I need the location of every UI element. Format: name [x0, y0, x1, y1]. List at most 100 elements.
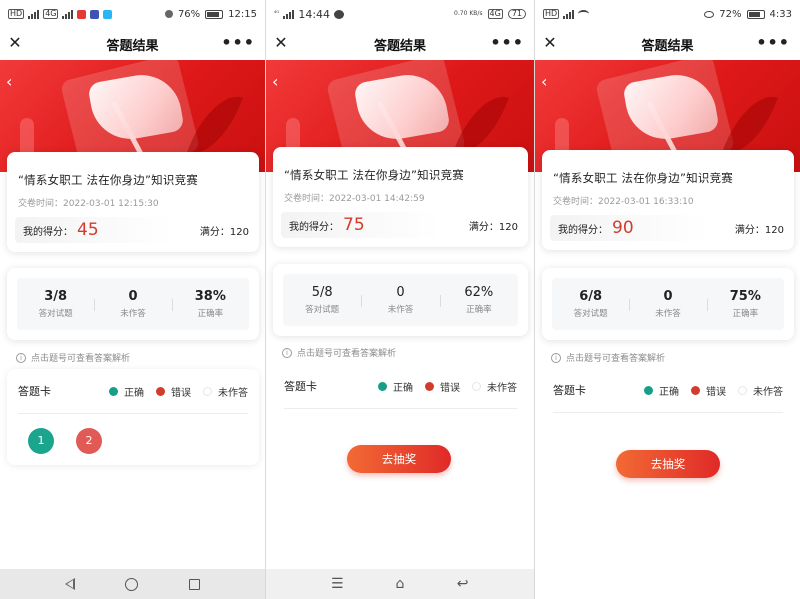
score-row: 我的得分： 45 满分：120: [15, 217, 249, 243]
correct-dot-icon: [378, 381, 387, 391]
info-icon: i: [16, 352, 26, 363]
back-arrow-icon[interactable]: ‹: [541, 74, 555, 90]
correct-dot-icon: [109, 386, 118, 396]
system-nav-bar: ☰ ⌂ ↩: [266, 569, 534, 599]
wrong-dot-icon: [156, 386, 165, 396]
hint-text: i 点击题号可查看答案解析: [282, 346, 396, 359]
stats-card: 5/8 答对试题 0 未作答 62% 正确率: [273, 264, 528, 336]
my-score: 我的得分： 75: [281, 212, 441, 238]
close-icon[interactable]: ✕: [541, 34, 559, 52]
hd-tag: HD: [543, 9, 560, 19]
exam-title: “情系女职工 法在你身边”知识竞赛: [284, 168, 464, 182]
score-value: 45: [77, 220, 99, 240]
stats-card: 6/8 答对试题 0 未作答 75% 正确率: [542, 268, 794, 340]
nav-back-icon[interactable]: ↩: [454, 576, 472, 592]
hint-text: i 点击题号可查看答案解析: [551, 351, 665, 364]
question-2-button[interactable]: 2: [76, 428, 102, 454]
score-value: 75: [343, 215, 365, 235]
stat-accuracy: 38% 正确率: [171, 289, 249, 319]
hd-tag: HD: [8, 9, 25, 19]
full-score: 满分：120: [734, 225, 784, 236]
alarm-icon: [164, 10, 173, 18]
wrong-dot-icon: [691, 385, 700, 395]
phone-screen-2: ⁴ᴳ 14:44 0.70 KB/s 4G 71 ✕ 答题结果 ••• ‹ “情…: [266, 0, 534, 599]
unanswered-dot-icon: [472, 381, 481, 391]
system-nav-bar: [0, 569, 265, 599]
legend: 正确 错误 未作答: [109, 384, 248, 399]
answer-card: 答题卡 正确 错误 未作答 1 2: [7, 369, 259, 465]
title-bar: ✕ 答题结果 •••: [0, 28, 265, 60]
wifi-icon: [578, 10, 590, 18]
answer-card: 答题卡 正确 错误 未作答: [542, 368, 794, 418]
battery-icon: [205, 9, 224, 19]
my-score: 我的得分： 90: [550, 215, 710, 241]
result-summary-card: “情系女职工 法在你身边”知识竞赛 交卷时间：2022-03-01 12:15:…: [7, 152, 259, 252]
more-options-icon[interactable]: •••: [490, 33, 524, 52]
nav-home-icon[interactable]: ⌂: [391, 576, 409, 592]
phone-screen-3: HD 72% 4:33 ✕ 答题结果 ••• ‹ “情系女职工 法在你身边”知识…: [535, 0, 800, 599]
stat-accuracy: 75% 正确率: [706, 289, 784, 319]
nav-home-icon[interactable]: [125, 577, 139, 591]
network-tag: 4G: [43, 9, 59, 19]
score-value: 90: [612, 218, 634, 238]
info-icon: i: [551, 352, 561, 363]
wrong-dot-icon: [425, 381, 434, 391]
signal-icon: [563, 9, 575, 19]
page-title: 答题结果: [106, 38, 159, 54]
answer-card-label: 答题卡: [18, 385, 51, 398]
lottery-button[interactable]: 去抽奖: [616, 450, 720, 478]
screenshot-collage: HD 4G 76% 12:15 ✕ 答题结果 ••• ‹ “情系女职工 法在你身…: [0, 0, 800, 599]
unanswered-dot-icon: [203, 386, 212, 396]
menu-icon[interactable]: ☰: [328, 576, 346, 592]
wechat-icon: [334, 9, 345, 19]
signal-icon-2: [62, 9, 74, 19]
page-title: 答题结果: [641, 38, 694, 54]
title-bar: ✕ 答题结果 •••: [266, 28, 534, 60]
clock: 4:33: [769, 8, 792, 20]
submit-time: 交卷时间：2022-03-01 16:33:10: [553, 197, 694, 207]
result-summary-card: “情系女职工 法在你身边”知识竞赛 交卷时间：2022-03-01 16:33:…: [542, 150, 794, 250]
stat-correct-count: 6/8 答对试题: [573, 289, 608, 319]
unanswered-dot-icon: [738, 385, 747, 395]
back-arrow-icon[interactable]: ‹: [6, 74, 20, 90]
battery-icon: [746, 9, 765, 19]
status-bar: HD 72% 4:33: [535, 0, 800, 28]
clock: 12:15: [228, 8, 257, 20]
stat-correct-count: 5/8 答对试题: [305, 285, 340, 315]
score-row: 我的得分： 75 满分：120: [281, 212, 518, 238]
question-1-button[interactable]: 1: [28, 428, 54, 454]
answer-card-label: 答题卡: [553, 384, 586, 397]
app-notification-icon: [77, 9, 87, 19]
close-icon[interactable]: ✕: [272, 34, 290, 52]
exam-title: “情系女职工 法在你身边”知识竞赛: [553, 171, 733, 185]
more-options-icon[interactable]: •••: [756, 33, 790, 52]
app-notification-icon-3: [103, 9, 113, 19]
answer-card-label: 答题卡: [284, 380, 317, 393]
network-speed: ⁴ᴳ: [274, 10, 280, 17]
score-row: 我的得分： 90 满分：120: [550, 215, 784, 241]
legend: 正确 错误 未作答: [644, 383, 783, 398]
lottery-button[interactable]: 去抽奖: [347, 445, 451, 473]
battery-percent: 76%: [177, 8, 201, 20]
full-score: 满分：120: [468, 222, 518, 233]
page-title: 答题结果: [373, 38, 426, 54]
nav-recents-icon[interactable]: [188, 578, 200, 590]
clock: 14:44: [298, 7, 331, 21]
more-options-icon[interactable]: •••: [221, 33, 255, 52]
result-summary-card: “情系女职工 法在你身边”知识竞赛 交卷时间：2022-03-01 14:42:…: [273, 147, 528, 247]
my-score: 我的得分： 45: [15, 217, 175, 243]
stats-card: 3/8 答对试题 0 未作答 38% 正确率: [7, 268, 259, 340]
phone-screen-1: HD 4G 76% 12:15 ✕ 答题结果 ••• ‹ “情系女职工 法在你身…: [0, 0, 265, 599]
question-list: 1 2: [18, 428, 248, 454]
nav-back-icon[interactable]: [65, 578, 76, 590]
legend: 正确 错误 未作答: [378, 379, 517, 394]
close-icon[interactable]: ✕: [6, 34, 24, 52]
back-arrow-icon[interactable]: ‹: [272, 74, 286, 90]
submit-time: 交卷时间：2022-03-01 14:42:59: [284, 194, 425, 204]
stat-unanswered: 0 未作答: [629, 289, 706, 319]
battery-icon: 71: [507, 9, 526, 19]
full-score: 满分：120: [199, 227, 249, 238]
status-bar: HD 4G 76% 12:15: [0, 0, 265, 28]
info-icon: i: [282, 347, 292, 358]
title-bar: ✕ 答题结果 •••: [535, 28, 800, 60]
